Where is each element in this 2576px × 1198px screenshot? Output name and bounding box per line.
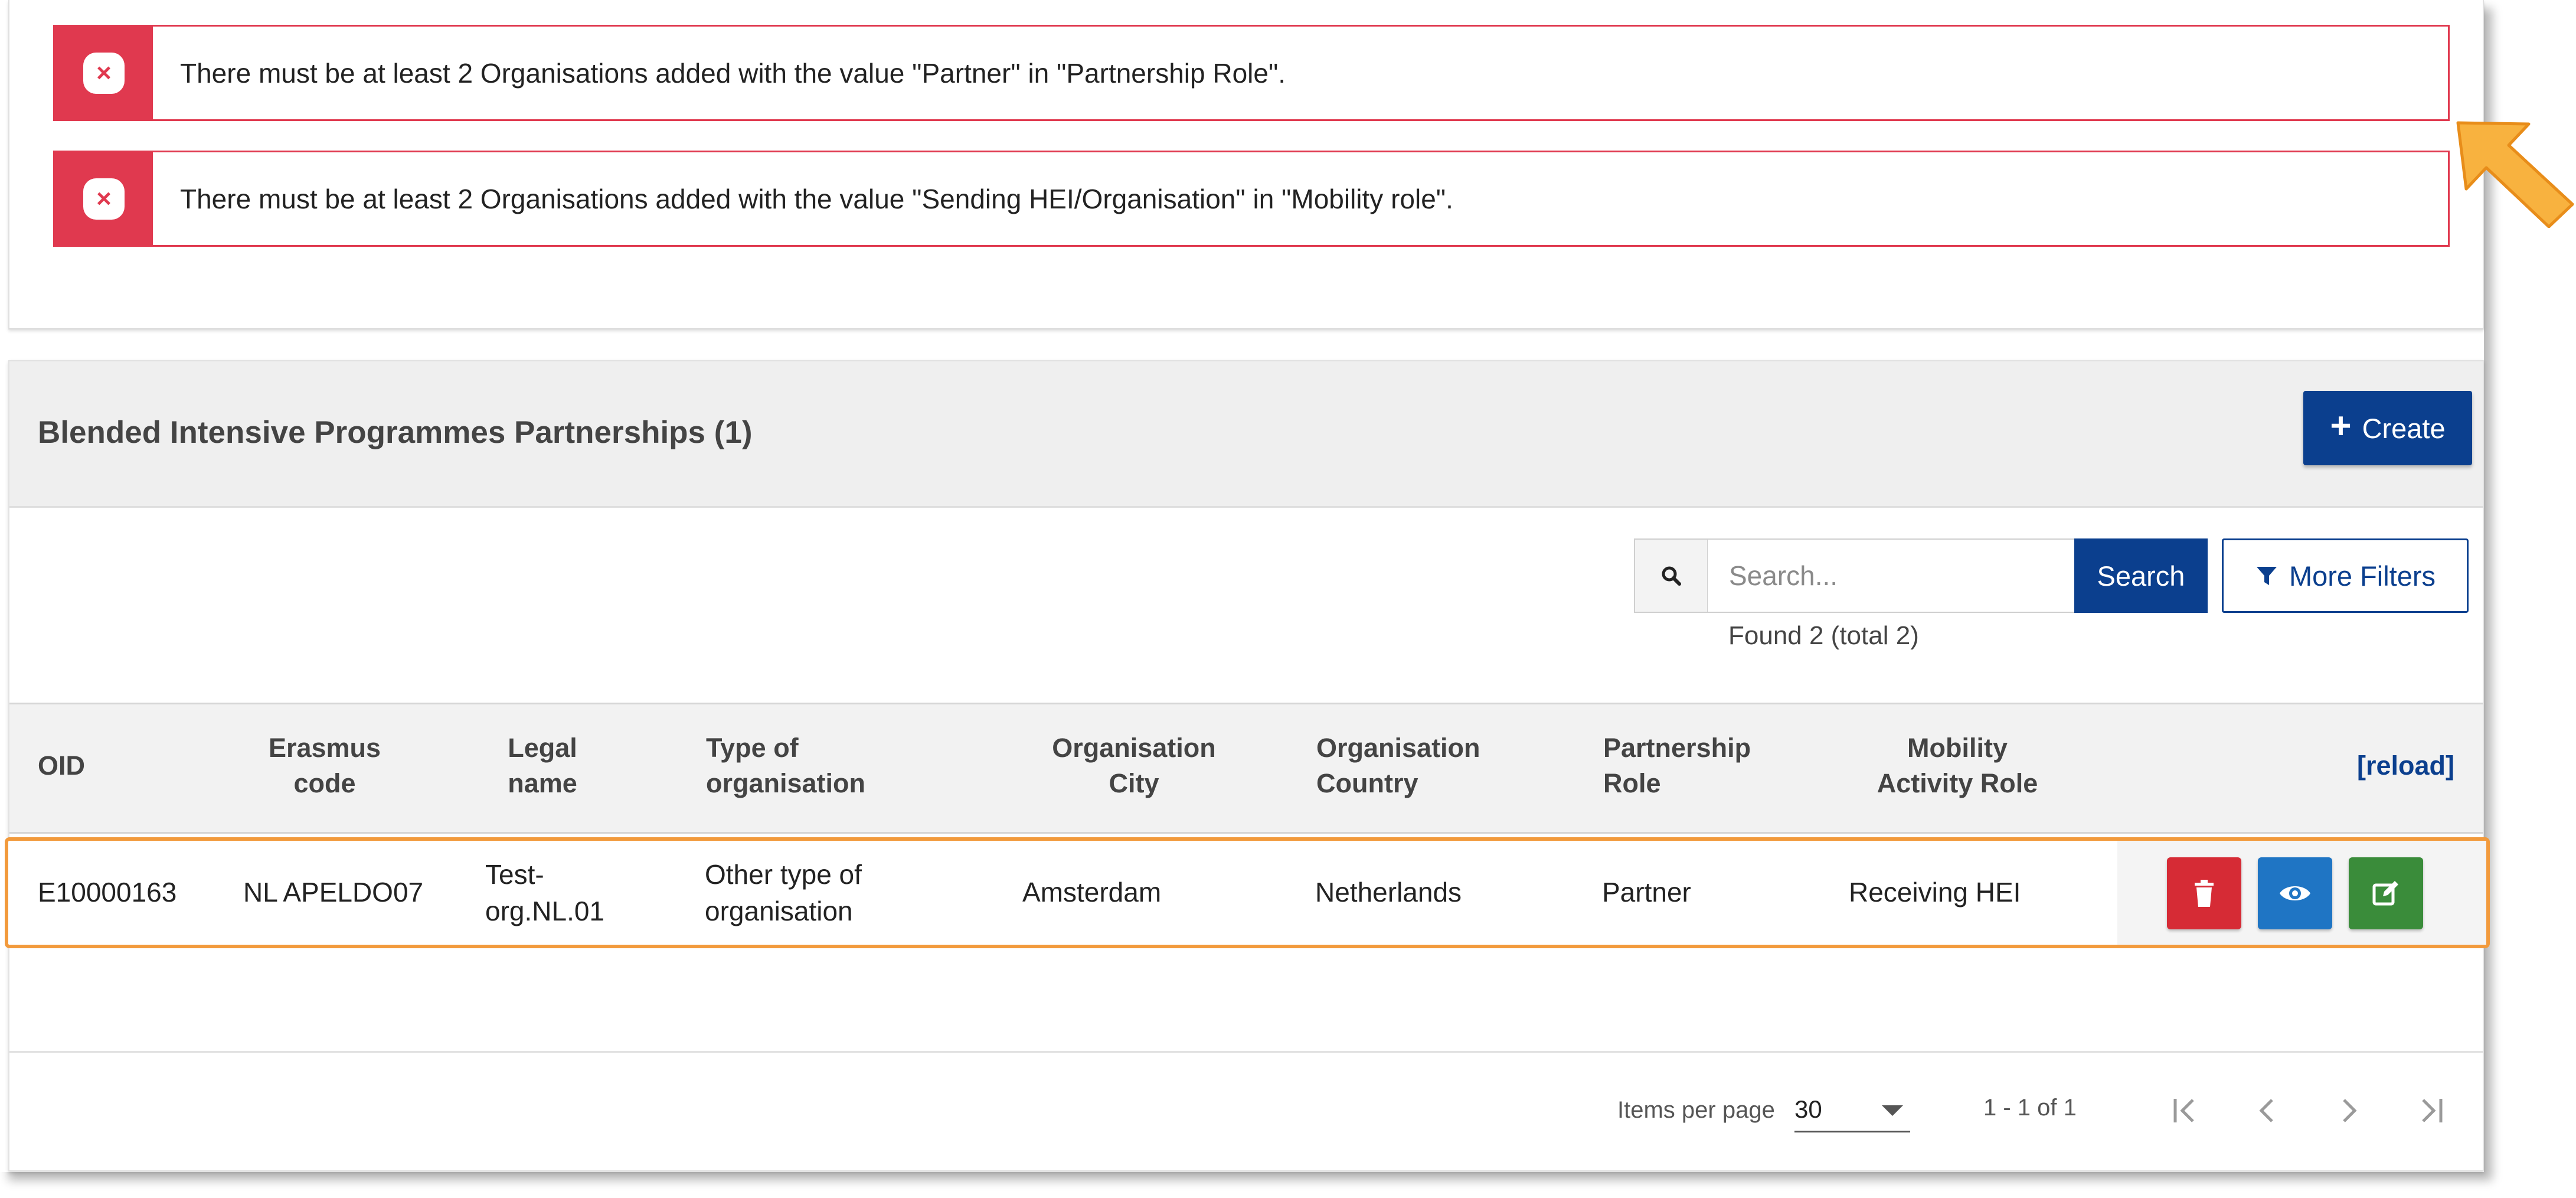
column-header-partnership-role[interactable]: Partnership Role (1603, 730, 1751, 801)
column-header-line: Partnership (1603, 733, 1751, 763)
column-header-line: name (508, 768, 577, 798)
edit-icon (2372, 881, 2398, 906)
cell-organisation-city: Amsterdam (1022, 877, 1162, 908)
cell-legal-name: Test- org.NL.01 (485, 856, 604, 929)
cell-oid: E10000163 (38, 877, 177, 908)
page-size-select[interactable]: 30 (1794, 1088, 1910, 1132)
cell-type-of-organisation: Other type of organisation (705, 856, 862, 929)
column-header-line: Activity Role (1877, 768, 2038, 798)
column-header-line: Mobility (1907, 733, 2008, 763)
column-header-oid[interactable]: OID (38, 748, 85, 784)
search-button[interactable]: Search (2074, 538, 2208, 613)
column-header-type-of-organisation[interactable]: Type of organisation (706, 730, 865, 801)
next-page-button[interactable] (2328, 1090, 2369, 1131)
create-button-label: Create (2362, 412, 2446, 444)
column-header-line: Organisation (1052, 733, 1216, 763)
column-header-erasmus-code[interactable]: Erasmus code (253, 730, 397, 801)
column-header-line: Erasmus (268, 733, 381, 763)
pagination-range: 1 - 1 of 1 (1983, 1095, 2077, 1121)
validation-errors-card: × There must be at least 2 Organisations… (8, 0, 2484, 329)
more-filters-label: More Filters (2289, 560, 2436, 592)
error-alert-text: There must be at least 2 Organisations a… (180, 183, 1453, 214)
table-header: OID Erasmus code Legal name Type of orga… (9, 703, 2483, 834)
error-alert-text: There must be at least 2 Organisations a… (180, 57, 1286, 89)
search-group: Search (1634, 538, 2208, 613)
eye-icon (2280, 886, 2310, 900)
cell-line: Other type of (705, 859, 862, 890)
partnerships-panel: Blended Intensive Programmes Partnership… (5, 360, 2490, 1171)
error-alert-strip: × (55, 152, 153, 245)
column-header-line: Country (1316, 768, 1418, 798)
row-actions (2117, 841, 2486, 945)
cell-partnership-role: Partner (1602, 877, 1691, 908)
chevron-down-icon (1882, 1105, 1903, 1116)
edit-button[interactable] (2349, 857, 2423, 929)
callout-arrow-icon (2456, 121, 2574, 228)
cell-erasmus-code: NL APELDO07 (243, 877, 424, 908)
search-input[interactable] (1707, 538, 2074, 613)
first-page-icon (2173, 1099, 2194, 1122)
table-divider (9, 1051, 2483, 1053)
column-header-organisation-city[interactable]: Organisation City (1037, 730, 1231, 801)
last-page-icon (2422, 1099, 2443, 1122)
cell-line: org.NL.01 (485, 896, 605, 926)
chevron-left-icon (2259, 1099, 2273, 1122)
error-icon: × (83, 178, 125, 220)
panel-title: Blended Intensive Programmes Partnership… (38, 415, 753, 450)
column-header-line: code (293, 768, 356, 798)
chevron-right-icon (2343, 1099, 2357, 1122)
first-page-button[interactable] (2165, 1090, 2206, 1131)
last-page-button[interactable] (2410, 1090, 2451, 1131)
search-icon[interactable] (1634, 538, 1707, 613)
plus-icon: + (2330, 406, 2352, 446)
column-header-line: City (1109, 768, 1159, 798)
trash-icon (2195, 880, 2214, 907)
cell-line: organisation (705, 896, 853, 926)
previous-page-button[interactable] (2247, 1090, 2288, 1131)
page-shell: × There must be at least 2 Organisations… (0, 0, 2490, 1172)
error-icon: × (83, 52, 125, 94)
reload-link[interactable]: [reload] (2357, 748, 2454, 784)
panel-header: Blended Intensive Programmes Partnership… (9, 361, 2483, 508)
table-row: E10000163 NL APELDO07 Test- org.NL.01 Ot… (5, 837, 2490, 948)
error-alert: × There must be at least 2 Organisations… (53, 25, 2450, 121)
column-header-line: Legal (508, 733, 577, 763)
cell-mobility-activity-role: Receiving HEI (1849, 877, 2021, 908)
delete-button[interactable] (2167, 857, 2241, 929)
results-count: Found 2 (total 2) (1728, 621, 1919, 650)
cell-line: Test- (485, 859, 544, 890)
column-header-line: Organisation (1316, 733, 1480, 763)
column-header-line: organisation (706, 768, 866, 798)
error-alert: × There must be at least 2 Organisations… (53, 151, 2450, 247)
column-header-line: Role (1603, 768, 1661, 798)
filter-icon (2256, 567, 2277, 585)
more-filters-button[interactable]: More Filters (2222, 538, 2469, 613)
view-button[interactable] (2258, 857, 2332, 929)
page-size-value: 30 (1794, 1095, 1822, 1123)
create-button[interactable]: + Create (2303, 391, 2472, 465)
items-per-page-label: Items per page (1617, 1097, 1775, 1123)
column-header-line: Type of (706, 733, 799, 763)
column-header-organisation-country[interactable]: Organisation Country (1316, 730, 1480, 801)
column-header-legal-name[interactable]: Legal name (492, 730, 593, 801)
cell-organisation-country: Netherlands (1315, 877, 1462, 908)
error-alert-strip: × (55, 27, 153, 119)
column-header-mobility-activity-role[interactable]: Mobility Activity Role (1857, 730, 2058, 801)
